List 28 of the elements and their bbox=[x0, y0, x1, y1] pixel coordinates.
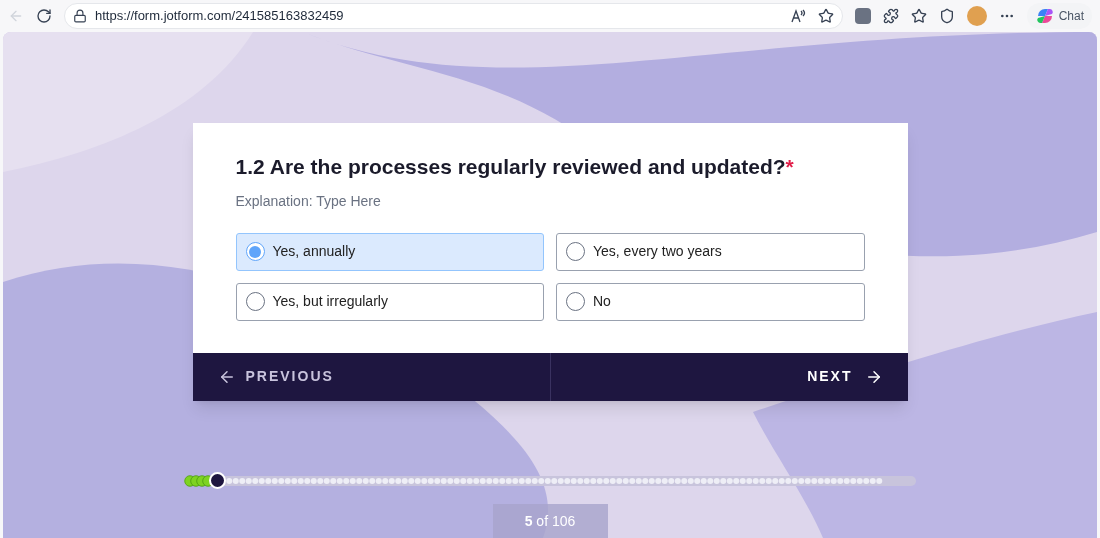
url-text: https://form.jotform.com/241585163832459 bbox=[95, 7, 345, 26]
address-bar[interactable]: https://form.jotform.com/241585163832459 bbox=[64, 3, 843, 29]
reload-icon[interactable] bbox=[36, 8, 52, 24]
radio-icon bbox=[566, 242, 585, 261]
radio-option[interactable]: No bbox=[556, 282, 865, 321]
extensions-icon[interactable] bbox=[882, 8, 899, 24]
radio-icon bbox=[245, 242, 265, 261]
option-label: Yes, annually bbox=[272, 242, 356, 261]
favorite-icon[interactable] bbox=[817, 8, 834, 24]
copilot-logo-icon bbox=[1034, 6, 1055, 26]
radio-option[interactable]: Yes, every two years bbox=[556, 232, 865, 271]
favorites-list-icon[interactable] bbox=[910, 8, 927, 24]
option-label: Yes, but irregularly bbox=[272, 292, 388, 311]
next-button[interactable]: NEXT bbox=[550, 352, 908, 401]
radio-option[interactable]: Yes, but irregularly bbox=[235, 282, 544, 321]
chat-button[interactable]: Chat bbox=[1026, 3, 1092, 29]
radio-icon bbox=[245, 292, 265, 311]
radio-option[interactable]: Yes, annually bbox=[235, 232, 544, 271]
option-label: Yes, every two years bbox=[593, 242, 722, 261]
read-aloud-icon[interactable] bbox=[789, 8, 806, 24]
question-title: 1.2 Are the processes regularly reviewed and updated?* bbox=[235, 154, 795, 180]
radio-icon bbox=[566, 292, 585, 311]
question-description: Explanation: Type Here bbox=[235, 191, 382, 211]
page-counter: 5 of 106 bbox=[524, 512, 576, 531]
shield-icon[interactable] bbox=[938, 8, 955, 24]
previous-button[interactable]: PREVIOUS bbox=[192, 352, 551, 401]
option-label: No bbox=[593, 292, 611, 311]
lock-icon bbox=[73, 9, 87, 23]
